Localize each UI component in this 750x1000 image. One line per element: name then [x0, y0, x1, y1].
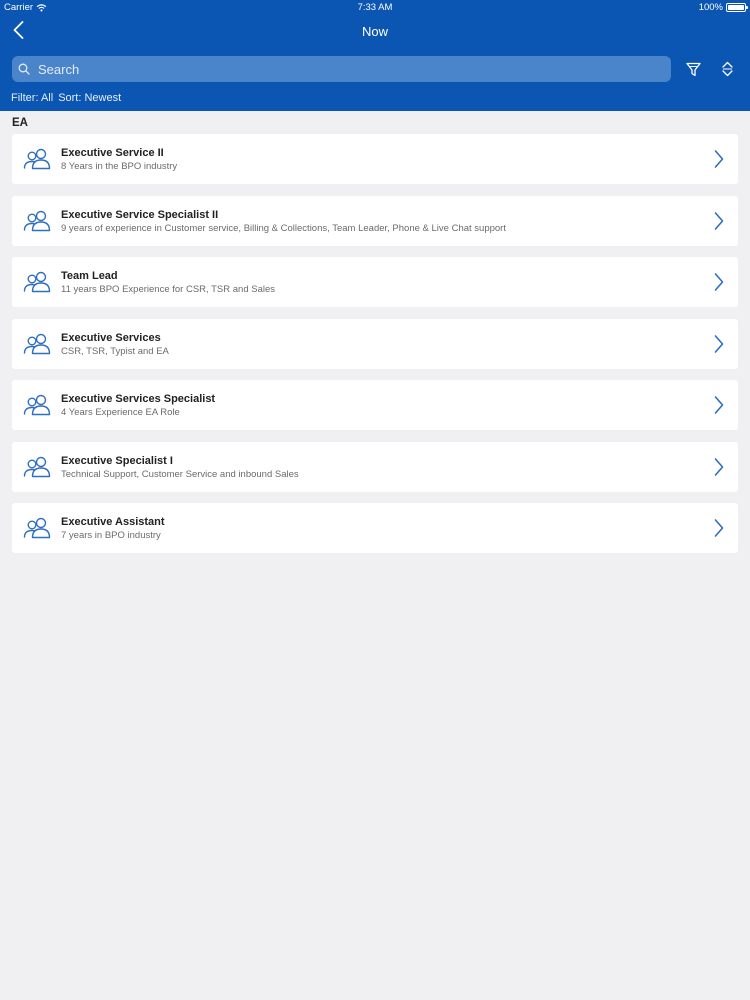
sort-button[interactable] [718, 59, 736, 79]
item-subtitle: 9 years of experience in Customer servic… [61, 222, 506, 234]
status-time: 7:33 AM [357, 2, 393, 13]
filter-sort-summary: Filter: All Sort: Newest [11, 92, 121, 104]
chevron-right-icon [714, 457, 724, 476]
list-item[interactable]: Executive Services Specialist 4 Years Ex… [12, 380, 738, 430]
item-subtitle: 11 years BPO Experience for CSR, TSR and… [61, 284, 276, 295]
item-subtitle: 7 years in BPO industry [61, 530, 161, 541]
people-icon [23, 210, 51, 231]
battery-percent: 100% [698, 2, 723, 13]
item-title: Executive Assistant [61, 516, 165, 528]
item-title: Executive Services Specialist [61, 393, 216, 405]
item-title: Executive Service Specialist II [61, 208, 219, 221]
item-subtitle: 4 Years Experience EA Role [61, 407, 180, 418]
item-list: Executive Service II 8 Years in the BPO … [12, 134, 738, 565]
list-item[interactable]: Executive Service II 8 Years in the BPO … [12, 134, 738, 184]
filter-icon [685, 62, 701, 76]
section-header: EA [12, 117, 28, 129]
page-title: Now [361, 24, 388, 39]
item-subtitle: Technical Support, Customer Service and … [61, 468, 299, 480]
item-title: Executive Services [61, 331, 161, 344]
chevron-right-icon [714, 519, 724, 537]
filter-label: Filter: All [11, 92, 54, 104]
people-icon [23, 271, 51, 293]
battery-icon [726, 3, 748, 12]
list-item[interactable]: Executive Assistant 7 years in BPO indus… [12, 503, 738, 553]
list-item[interactable]: Executive Specialist I Technical Support… [12, 441, 738, 492]
filter-button[interactable] [684, 59, 702, 79]
people-icon [23, 456, 51, 477]
item-title: Executive Service II [61, 147, 164, 159]
sort-icon [721, 61, 733, 77]
people-icon [23, 333, 51, 354]
search-bar[interactable] [12, 56, 671, 82]
people-icon [23, 517, 51, 539]
status-bar: Carrier 7:33 AM 100% [0, 0, 750, 15]
list-item[interactable]: Executive Service Specialist II 9 years … [12, 195, 738, 246]
search-icon [18, 63, 30, 75]
list-item[interactable]: Executive Services CSR, TSR, Typist and … [12, 318, 738, 369]
people-icon [23, 394, 51, 416]
chevron-right-icon [714, 150, 724, 168]
item-subtitle: CSR, TSR, Typist and EA [61, 345, 169, 357]
search-input[interactable] [38, 61, 638, 77]
sort-label: Sort: Newest [58, 92, 122, 104]
chevron-right-icon [714, 334, 724, 353]
chevron-right-icon [714, 211, 724, 230]
app-header: Carrier 7:33 AM 100% Now Search Filter: … [0, 0, 750, 111]
item-subtitle: 8 Years in the BPO industry [61, 161, 178, 172]
battery-fill [728, 5, 744, 10]
list-item[interactable]: Team Lead 11 years BPO Experience for CS… [12, 257, 738, 307]
battery-indicator: 100% [698, 2, 748, 13]
item-title: Executive Specialist I [61, 454, 173, 467]
item-title: Team Lead [61, 270, 118, 282]
people-icon [23, 148, 51, 170]
chevron-right-icon [714, 273, 724, 291]
chevron-right-icon [714, 396, 724, 414]
